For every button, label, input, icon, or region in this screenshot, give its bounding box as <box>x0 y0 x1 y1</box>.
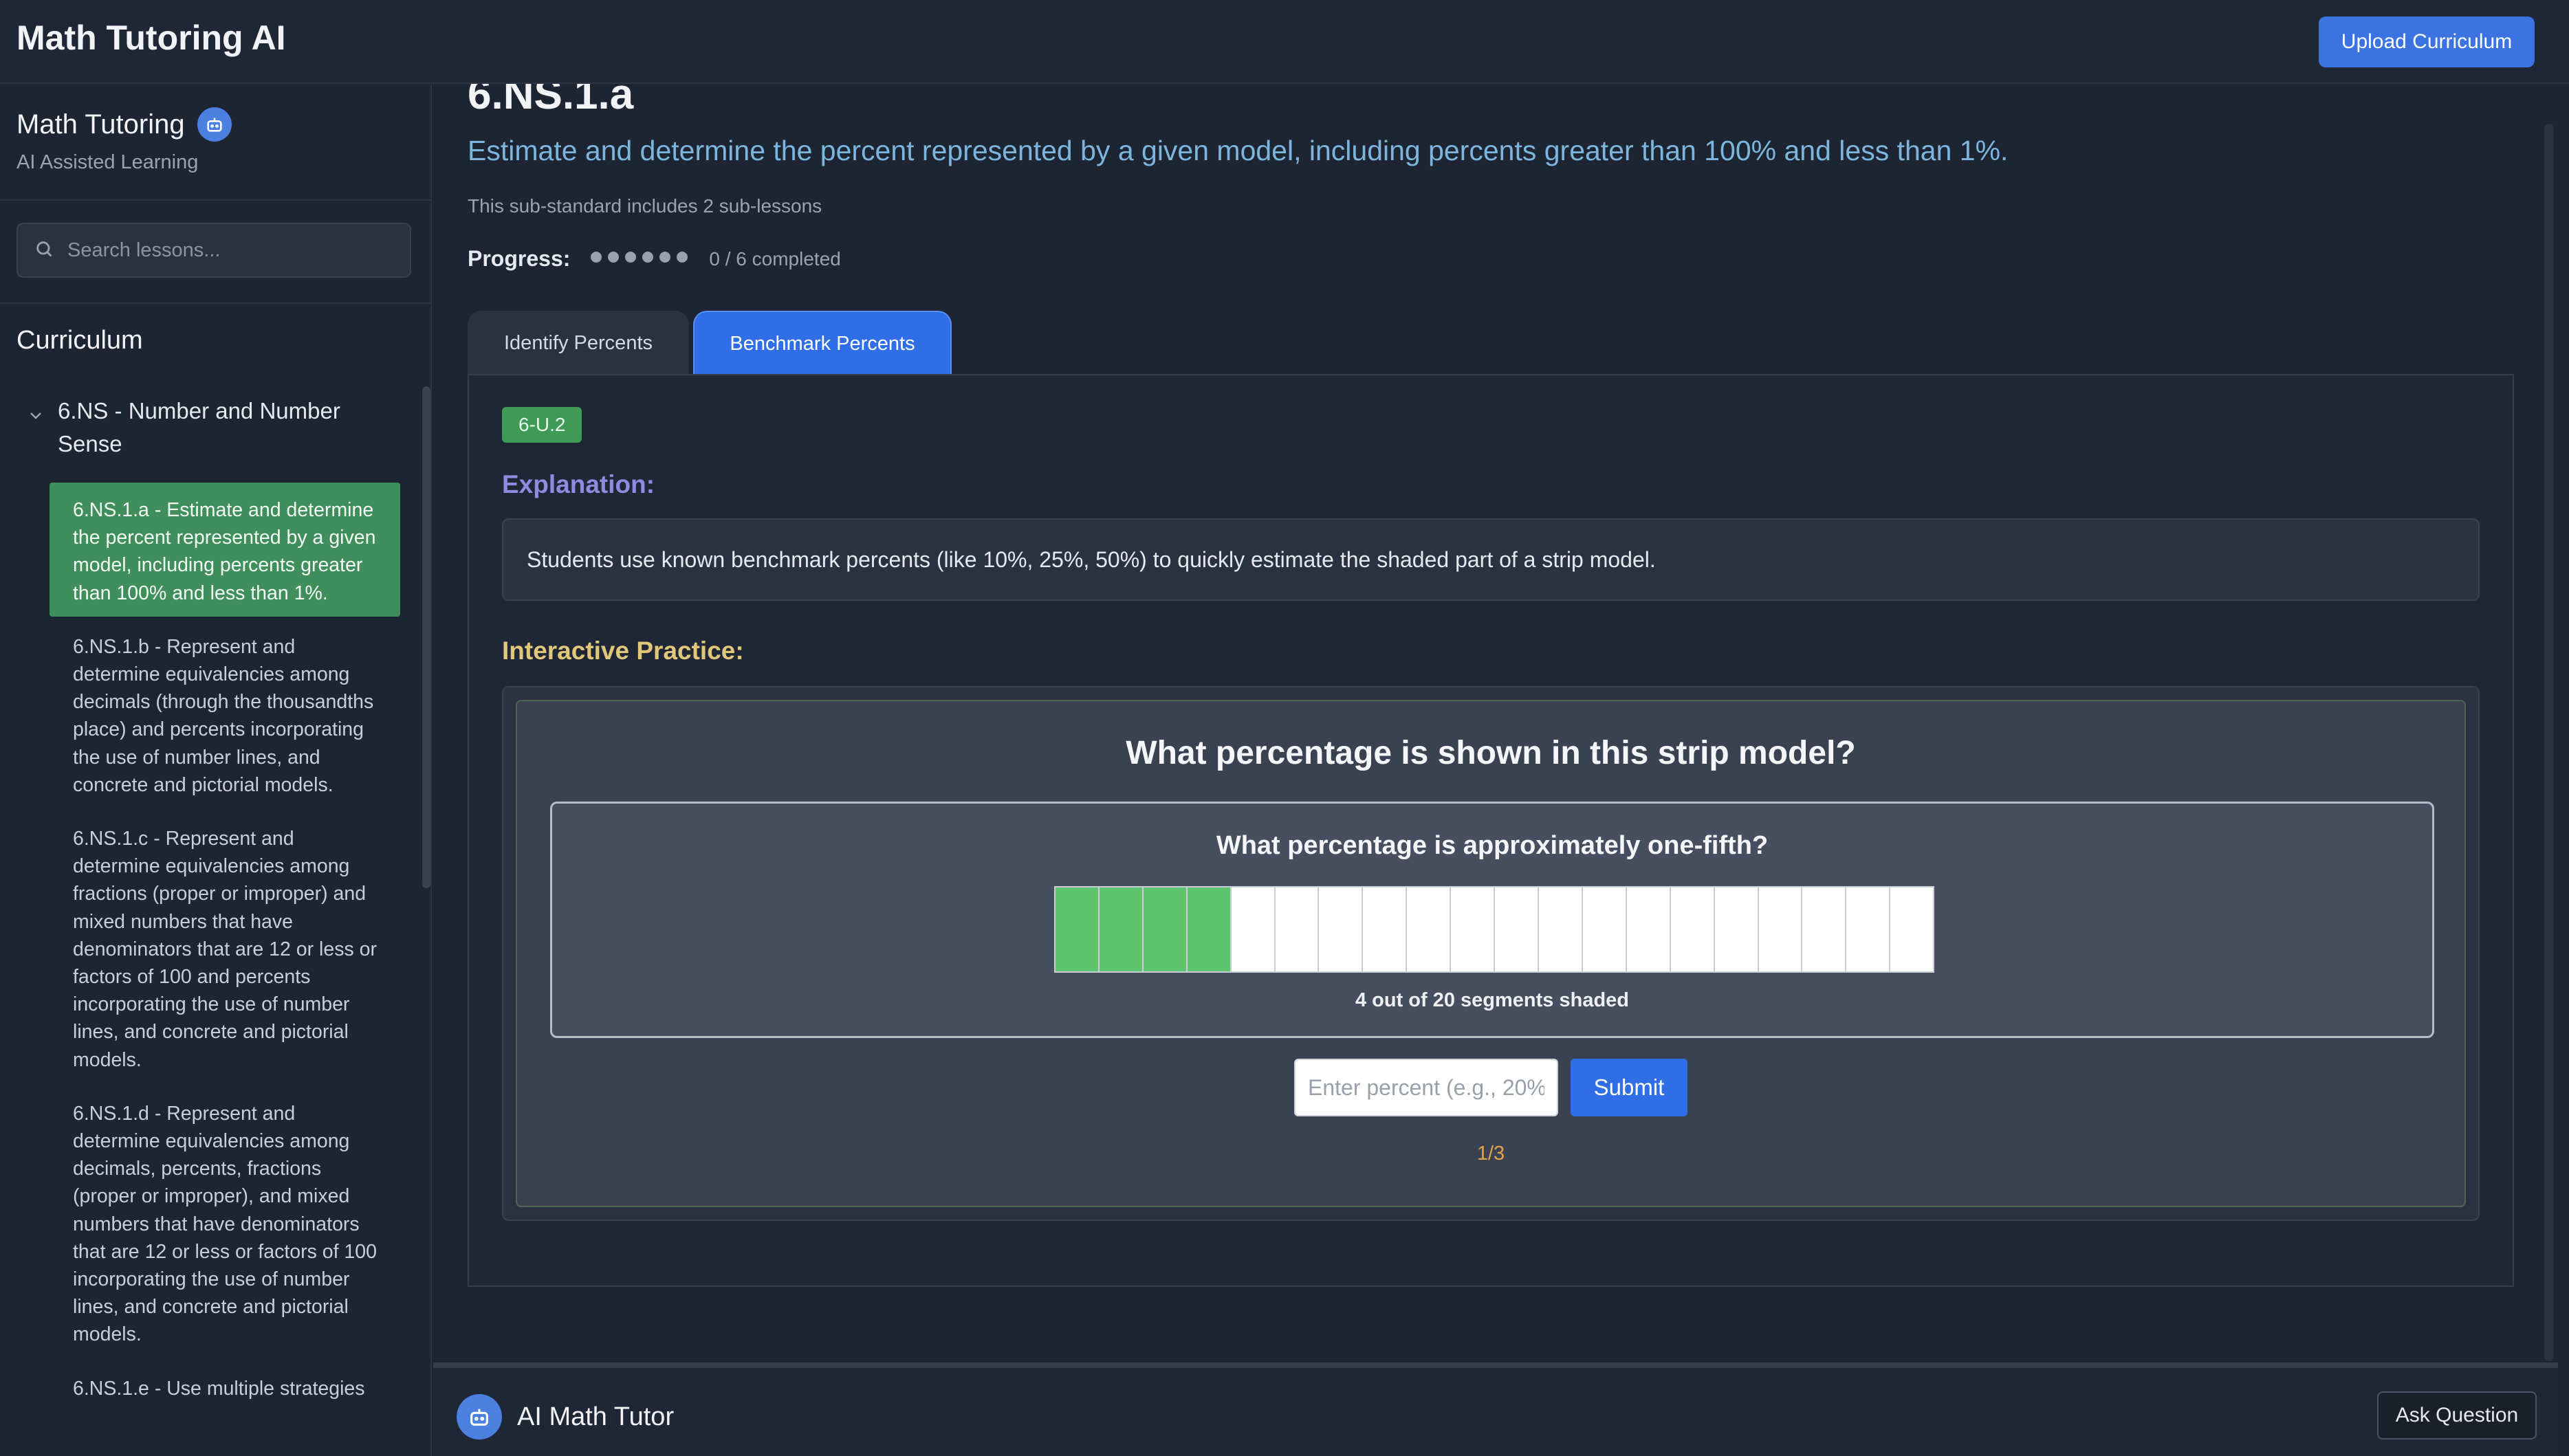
lesson-item[interactable]: 6.NS.1.c - Represent and determine equiv… <box>50 811 400 1083</box>
unit-toggle[interactable]: 6.NS - Number and Number Sense <box>28 395 388 461</box>
sub-lesson-count: This sub-standard includes 2 sub-lessons <box>468 195 822 217</box>
progress-dot <box>608 252 620 263</box>
lesson-list: 6.NS.1.a - Estimate and determine the pe… <box>50 483 400 1415</box>
lesson-item[interactable]: 6.NS.1.d - Represent and determine equiv… <box>50 1086 400 1358</box>
strip-segment <box>1451 887 1496 971</box>
sidebar: Math Tutoring AI Assisted Learning Curri… <box>0 84 432 1456</box>
sidebar-brand: Math Tutoring <box>17 107 232 142</box>
strip-segment <box>1363 887 1408 971</box>
progress-dot <box>659 252 671 263</box>
main-content: 6.NS.1.a Estimate and determine the perc… <box>433 84 2558 1363</box>
search-box[interactable] <box>17 223 411 278</box>
strip-segment <box>1495 887 1539 971</box>
explanation-text: Students use known benchmark percents (l… <box>527 547 1656 572</box>
strip-segment <box>1407 887 1452 971</box>
standard-description: Estimate and determine the percent repre… <box>468 135 2009 166</box>
lesson-panel: 6-U.2 Explanation: Students use known be… <box>468 374 2514 1287</box>
progress-label: Progress: <box>468 246 571 271</box>
sidebar-divider <box>0 302 430 304</box>
question-counter: 1/3 <box>1476 1143 1505 1165</box>
strip-segment <box>1582 887 1627 971</box>
progress-row: Progress: 0 / 6 completed <box>468 246 841 272</box>
explanation-box: Students use known benchmark percents (l… <box>502 518 2480 601</box>
progress-dots <box>591 252 694 266</box>
upload-curriculum-button[interactable]: Upload Curriculum <box>2319 16 2535 67</box>
strip-segment <box>1187 887 1232 971</box>
sidebar-scrollbar[interactable] <box>422 386 430 888</box>
lesson-badge: 6-U.2 <box>502 407 582 443</box>
strip-segment <box>1099 887 1144 971</box>
app-title: Math Tutoring AI <box>17 19 286 57</box>
percent-input[interactable] <box>1294 1059 1558 1116</box>
segments-caption: 4 out of 20 segments shaded <box>1355 989 1630 1011</box>
tab-identify-percents[interactable]: Identify Percents <box>468 311 689 375</box>
tab-benchmark-percents[interactable]: Benchmark Percents <box>693 311 952 375</box>
ai-tutor-bar: AI Math Tutor Ask Question <box>433 1363 2558 1456</box>
practice-title: Interactive Practice: <box>502 637 744 665</box>
search-input[interactable] <box>66 238 410 263</box>
strip-model <box>1054 886 1934 973</box>
tutor-title: AI Math Tutor <box>517 1402 675 1431</box>
robot-icon <box>457 1394 502 1440</box>
model-question: What percentage is approximately one-fif… <box>1216 831 1769 860</box>
lesson-item[interactable]: 6.NS.1.e - Use multiple strategies <box>50 1361 400 1412</box>
strip-segment <box>1626 887 1671 971</box>
brand-subtitle: AI Assisted Learning <box>17 151 199 173</box>
progress-dot <box>591 252 602 263</box>
strip-segment <box>1758 887 1803 971</box>
practice-inner: What percentage is shown in this strip m… <box>516 700 2466 1207</box>
top-bar: Math Tutoring AI Upload Curriculum <box>0 0 2569 84</box>
search-icon <box>34 239 54 262</box>
brand-title: Math Tutoring <box>17 109 185 140</box>
unit-label: 6.NS - Number and Number Sense <box>58 398 340 456</box>
progress-dot <box>625 252 637 263</box>
strip-segment <box>1538 887 1583 971</box>
strip-segment <box>1714 887 1759 971</box>
strip-model-box: What percentage is approximately one-fif… <box>550 802 2434 1038</box>
main-scrollbar[interactable] <box>2544 124 2554 1361</box>
submit-button[interactable]: Submit <box>1571 1059 1687 1116</box>
progress-text: 0 / 6 completed <box>709 247 841 269</box>
lesson-item[interactable]: 6.NS.1.b - Represent and determine equiv… <box>50 619 400 808</box>
standard-code: 6.NS.1.a <box>468 84 634 118</box>
strip-segment <box>1670 887 1715 971</box>
strip-segment <box>1890 887 1934 971</box>
robot-icon <box>197 107 232 142</box>
progress-dot <box>642 252 654 263</box>
question-title: What percentage is shown in this strip m… <box>1126 735 1856 771</box>
strip-segment <box>1802 887 1847 971</box>
strip-segment <box>1056 887 1100 971</box>
lesson-item[interactable]: 6.NS.1.a - Estimate and determine the pe… <box>50 483 400 617</box>
ask-question-button[interactable]: Ask Question <box>2377 1391 2537 1440</box>
strip-segment <box>1275 887 1320 971</box>
strip-segment <box>1231 887 1276 971</box>
chevron-down-icon <box>28 407 44 427</box>
strip-segment <box>1143 887 1188 971</box>
explanation-title: Explanation: <box>502 470 655 498</box>
strip-segment <box>1846 887 1891 971</box>
progress-dot <box>677 252 688 263</box>
sidebar-divider <box>0 199 430 201</box>
curriculum-title: Curriculum <box>17 326 143 355</box>
practice-card: What percentage is shown in this strip m… <box>502 686 2480 1221</box>
strip-segment <box>1319 887 1364 971</box>
